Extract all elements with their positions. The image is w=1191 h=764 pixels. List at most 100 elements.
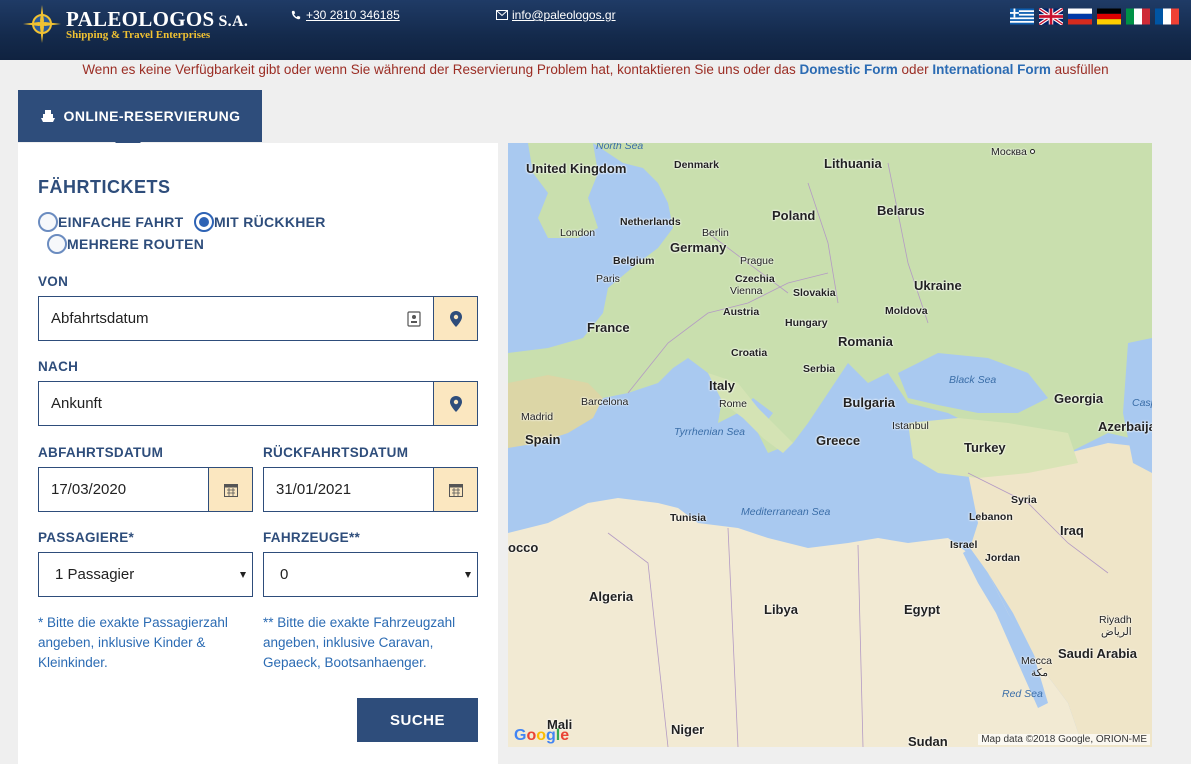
country-label: Hungary [785, 317, 828, 329]
german-flag-icon[interactable] [1097, 8, 1121, 25]
italian-flag-icon[interactable] [1126, 8, 1150, 25]
from-field[interactable]: Abfahrtsdatum [38, 296, 478, 341]
from-input[interactable]: Abfahrtsdatum [39, 297, 407, 340]
chevron-down-icon [465, 572, 471, 578]
country-label: Belarus [877, 203, 925, 218]
city-label: Prague [740, 255, 774, 267]
city-native-label: مكة [1031, 667, 1049, 679]
departure-label: ABFAHRTSDATUM [38, 445, 164, 460]
passengers-note: * Bitte die exakte Passagierzahl angeben… [38, 615, 228, 670]
country-label: Germany [670, 240, 727, 255]
country-label: Algeria [589, 589, 634, 604]
french-flag-icon[interactable] [1155, 8, 1179, 25]
search-button[interactable]: SUCHE [357, 698, 478, 742]
uk-flag-icon[interactable] [1039, 8, 1063, 25]
calendar-icon [223, 483, 238, 497]
phone-icon [291, 10, 301, 20]
country-label: Azerbaija [1098, 419, 1152, 434]
to-label: NACH [38, 359, 79, 374]
contact-card-icon [407, 310, 421, 327]
country-label: Italy [709, 378, 736, 393]
envelope-icon [496, 10, 508, 20]
country-label: Egypt [904, 602, 941, 617]
sea-label: North Sea [596, 143, 644, 152]
city-dot-icon [1029, 149, 1035, 154]
sea-label: Mediterranean Sea [741, 506, 831, 518]
country-label: Lithuania [824, 156, 882, 171]
to-input[interactable]: Ankunft [39, 382, 433, 425]
to-location-button[interactable] [433, 382, 477, 425]
russian-flag-icon[interactable] [1068, 8, 1092, 25]
phone-link[interactable]: +30 2810 346185 [290, 8, 400, 22]
compass-logo-icon [23, 5, 61, 43]
return-calendar-button[interactable] [433, 468, 477, 511]
form-title: FÄHRTICKETS [38, 177, 171, 197]
country-label: Spain [525, 432, 561, 447]
return-date-input[interactable]: 31/01/2021 [264, 468, 433, 511]
city-label: Madrid [521, 411, 554, 423]
booking-panel: FÄHRTICKETS EINFACHE FAHRT MIT RÜCKKHER … [18, 143, 498, 764]
vehicles-select[interactable]: 0 [263, 552, 478, 597]
return-date-field[interactable]: 31/01/2021 [263, 467, 478, 512]
city-label: Berlin [702, 227, 729, 239]
country-label: Sudan [908, 734, 948, 748]
country-label: Syria [1011, 494, 1037, 506]
country-label: Croatia [731, 347, 768, 359]
country-label: Romania [838, 334, 893, 349]
passengers-select[interactable]: 1 Passagier [38, 552, 253, 597]
country-label: United Kingdom [526, 161, 627, 176]
radio-multi-route[interactable]: MEHRERE ROUTEN [47, 234, 204, 254]
sea-label: Casp [1132, 397, 1152, 409]
google-logo[interactable]: Google [514, 727, 569, 745]
country-label: occo [508, 540, 539, 555]
country-label: Georgia [1054, 391, 1104, 406]
domestic-form-link[interactable]: Domestic Form [800, 62, 898, 77]
email-link[interactable]: info@paleologos.gr [496, 8, 616, 22]
departure-date-field[interactable]: 17/03/2020 [38, 467, 253, 512]
international-form-link[interactable]: International Form [932, 62, 1051, 77]
site-header: PALEOLOGOS S.A. Shipping & Travel Enterpr… [0, 0, 1191, 60]
city-native-label: الرياض [1101, 626, 1132, 638]
greek-flag-icon[interactable] [1010, 8, 1034, 25]
country-label: Lebanon [969, 511, 1013, 523]
country-label: Niger [671, 722, 705, 737]
country-label: Libya [764, 602, 798, 617]
country-label: Iraq [1060, 523, 1084, 538]
city-label: Vienna [730, 285, 763, 297]
country-label: Netherlands [620, 216, 681, 228]
country-label: Turkey [964, 440, 1006, 455]
radio-selected-icon [194, 212, 214, 232]
tab-online-reservation[interactable]: ONLINE-RESERVIERUNG [18, 90, 262, 155]
country-label: Austria [723, 306, 760, 318]
vehicles-label: FAHRZEUGE** [263, 530, 361, 545]
to-field[interactable]: Ankunft [38, 381, 478, 426]
radio-one-way[interactable]: EINFACHE FAHRT [38, 212, 184, 232]
map-marker-icon [449, 310, 462, 327]
radio-circle-icon [38, 212, 58, 232]
departure-calendar-button[interactable] [208, 468, 252, 511]
country-label: Greece [816, 433, 861, 448]
radio-round-trip[interactable]: MIT RÜCKKHER [194, 212, 326, 232]
country-label: Poland [772, 208, 816, 223]
country-label: Saudi Arabia [1058, 646, 1137, 661]
city-label: Rome [719, 398, 748, 410]
country-label: Ukraine [914, 278, 962, 293]
country-label: Moldova [885, 305, 928, 317]
sea-label: Red Sea [1002, 688, 1043, 700]
city-label: Москва [991, 145, 1037, 159]
city-label: Istanbul [892, 420, 929, 432]
map-view[interactable]: North Sea United Kingdom Denmark Lithuan… [508, 143, 1152, 747]
return-label: RÜCKFAHRTSDATUM [263, 445, 409, 460]
vehicles-note: ** Bitte die exakte Fahrzeugzahl angeben… [263, 615, 456, 670]
chevron-down-icon [240, 572, 246, 578]
city-label: London [560, 227, 596, 239]
map-marker-icon [449, 395, 462, 412]
calendar-icon [448, 483, 463, 497]
country-label: Tunisia [670, 512, 706, 524]
passengers-label: PASSAGIERE* [38, 530, 135, 545]
country-label: Slovakia [793, 287, 836, 299]
country-label: Jordan [985, 552, 1021, 564]
country-label: Denmark [674, 159, 719, 171]
departure-date-input[interactable]: 17/03/2020 [39, 468, 208, 511]
from-location-button[interactable] [433, 297, 477, 340]
